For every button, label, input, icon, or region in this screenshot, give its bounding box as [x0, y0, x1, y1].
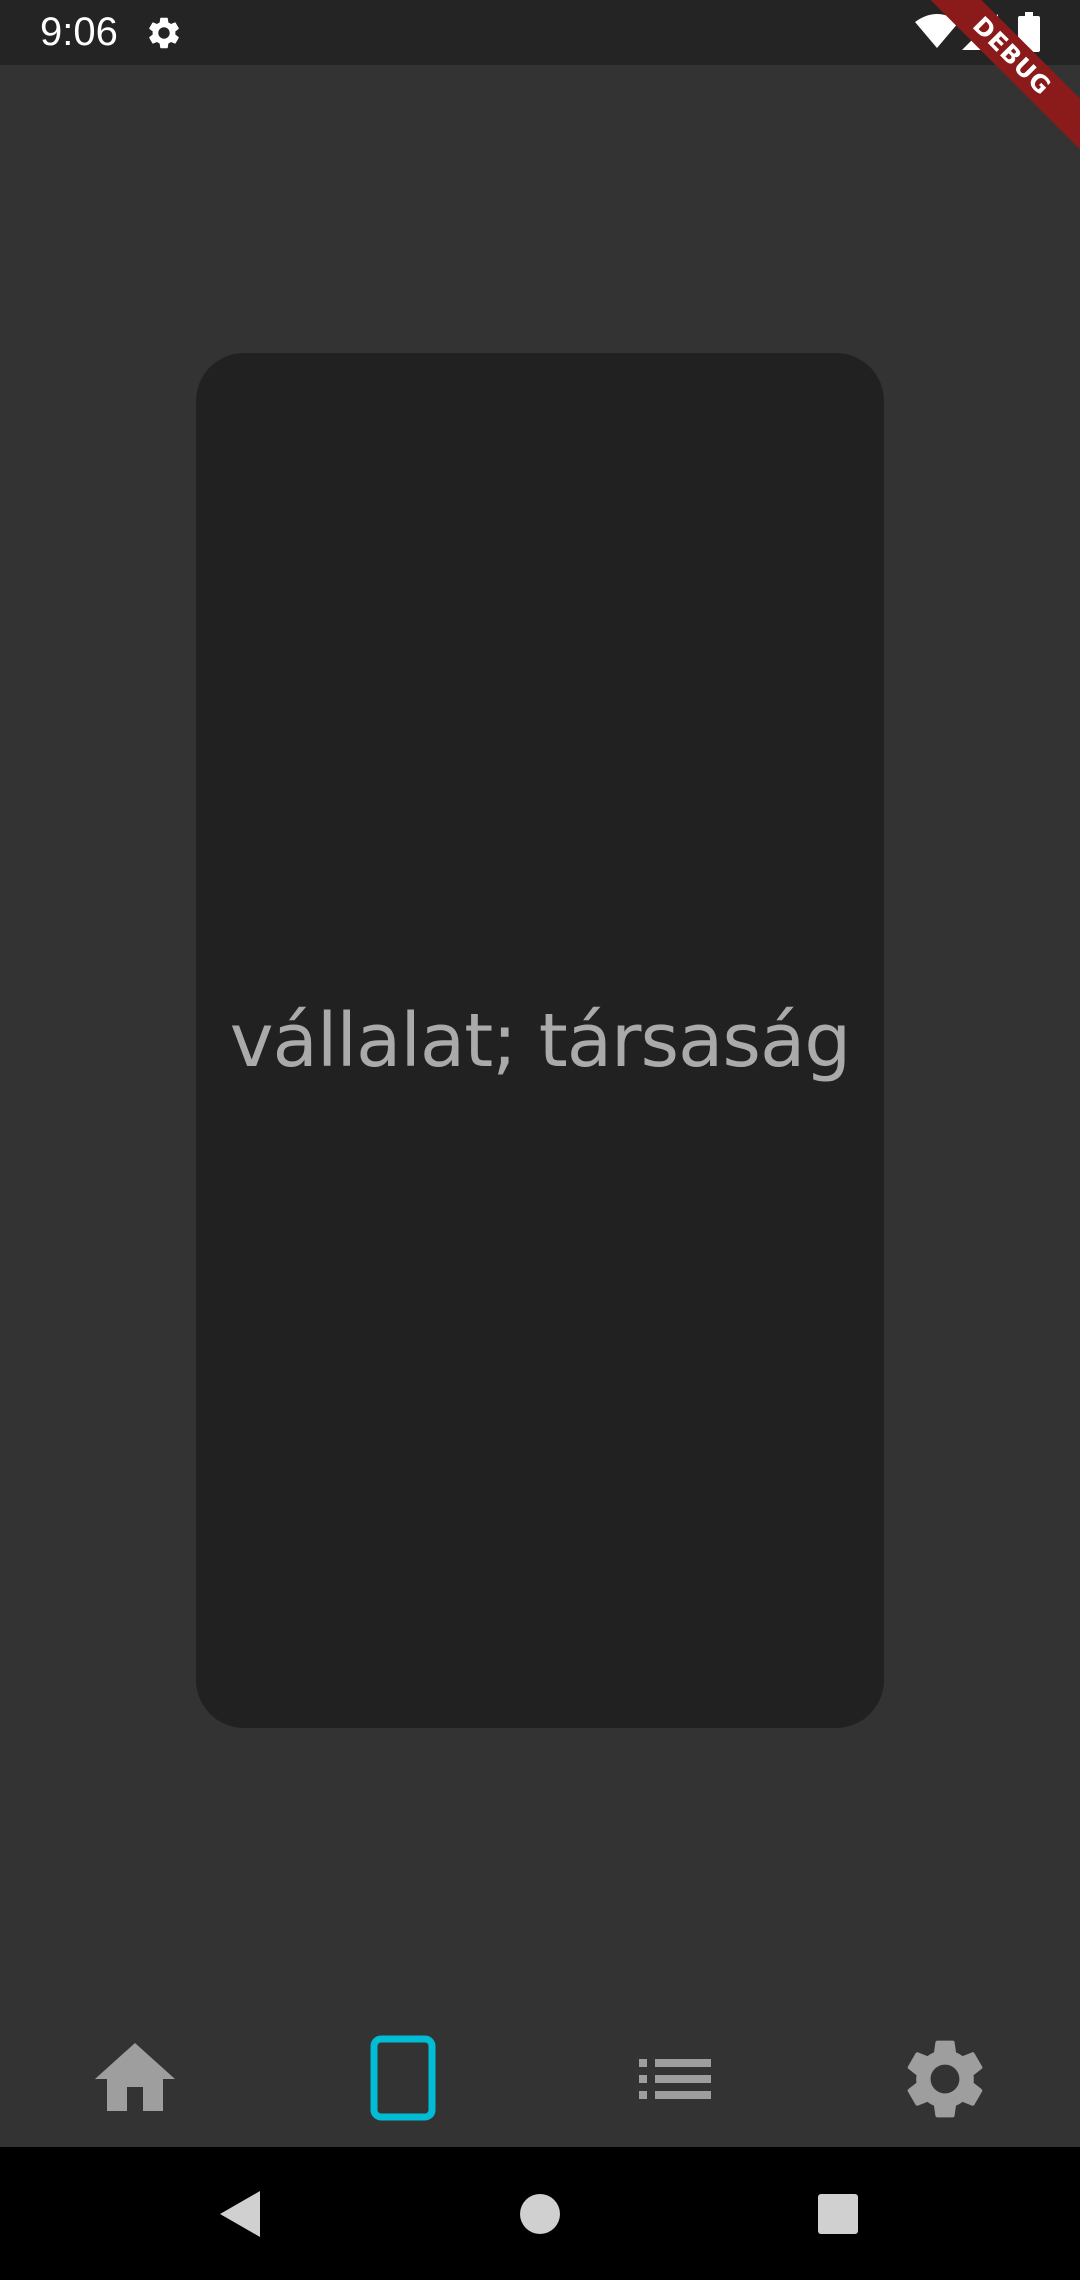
nav-card-button[interactable]: [270, 2010, 540, 2147]
flashcard[interactable]: vállalat; társaság: [196, 353, 884, 1728]
nav-settings-button[interactable]: [810, 2010, 1080, 2147]
system-back-button[interactable]: [150, 2147, 330, 2280]
status-time: 9:06: [40, 10, 118, 54]
app-screen: 9:06 DEBUG vállalat; társaság: [0, 0, 1080, 2280]
nav-home-button[interactable]: [0, 2010, 270, 2147]
status-bar: 9:06: [0, 0, 1080, 65]
system-home-button[interactable]: [450, 2147, 630, 2280]
wifi-icon: [915, 14, 959, 50]
system-nav-bar: [0, 2147, 1080, 2280]
nav-list-button[interactable]: [540, 2010, 810, 2147]
flashcard-text: vállalat; társaság: [229, 997, 852, 1084]
card-icon: [370, 2035, 436, 2120]
bottom-nav: [0, 2010, 1080, 2147]
signal-icon: [962, 14, 998, 50]
settings-icon: [145, 14, 183, 52]
home-circle-icon: [520, 2193, 560, 2234]
battery-icon: [1018, 12, 1040, 52]
list-icon: [639, 2058, 711, 2099]
home-icon: [95, 2042, 175, 2111]
back-icon: [220, 2190, 260, 2237]
recents-icon: [818, 2193, 858, 2234]
system-recents-button[interactable]: [748, 2147, 928, 2280]
settings-icon: [907, 2040, 983, 2117]
